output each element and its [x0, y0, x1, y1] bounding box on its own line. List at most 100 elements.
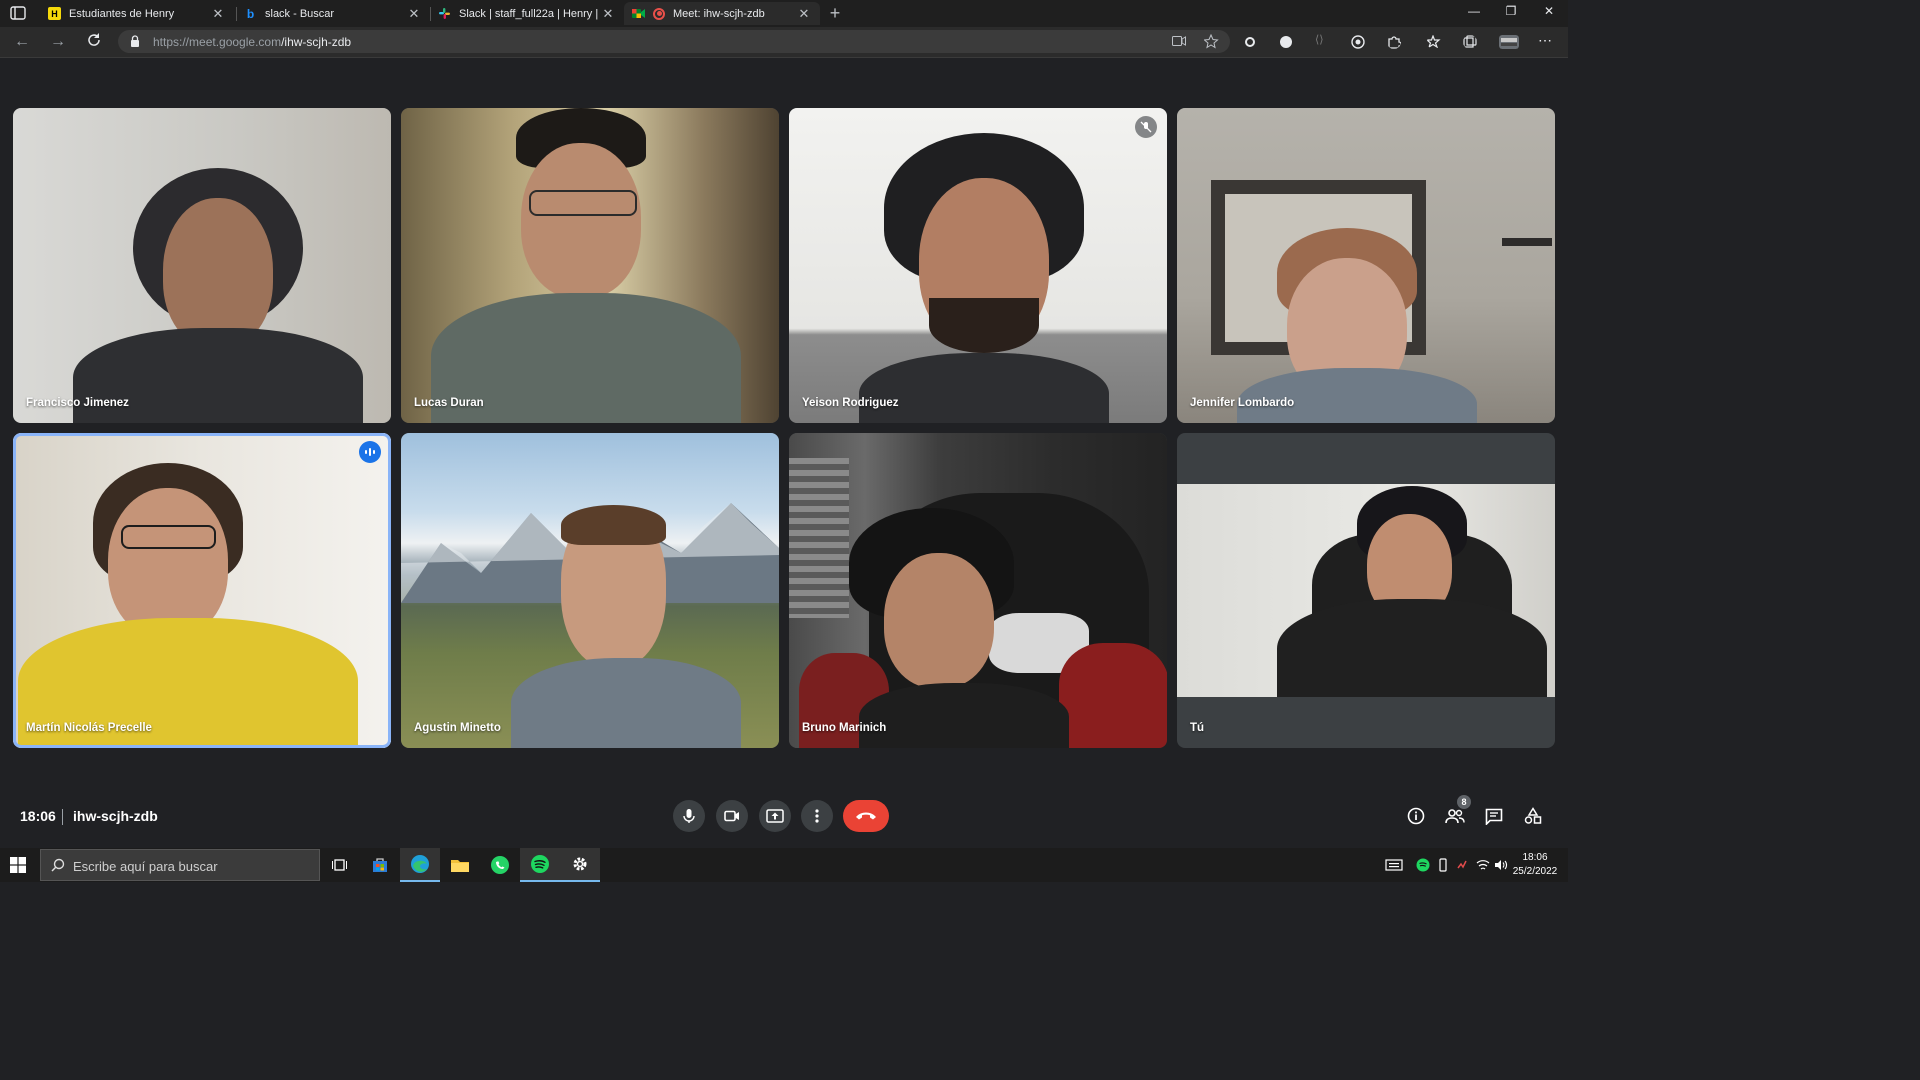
people-icon: [1445, 809, 1465, 824]
add-favorite-icon[interactable]: [1204, 34, 1219, 49]
divider: [62, 809, 63, 825]
participant-tile[interactable]: Lucas Duran: [401, 108, 779, 423]
more-options-icon[interactable]: ⋯: [1538, 32, 1552, 48]
chat-icon: [1485, 808, 1503, 825]
tab-meet[interactable]: Meet: ihw-scjh-zdb ✕: [624, 2, 820, 25]
volume-icon[interactable]: [1494, 858, 1508, 872]
chair-arm: [1059, 643, 1167, 748]
lock-icon[interactable]: [130, 35, 140, 47]
wall-shelf: [1502, 238, 1552, 246]
camera-button[interactable]: [716, 800, 748, 832]
participant-name: Yeison Rodriguez: [802, 397, 899, 409]
back-button[interactable]: ←: [12, 32, 32, 52]
spotify-tray-icon[interactable]: [1416, 858, 1430, 872]
meet-icon: [632, 7, 645, 20]
windows-start-icon[interactable]: [10, 857, 26, 873]
task-view-button[interactable]: [320, 848, 360, 882]
participant-tile[interactable]: Francisco Jimenez: [13, 108, 391, 423]
video-camera-icon: [724, 810, 739, 822]
present-screen-icon: [766, 809, 784, 823]
new-tab-button[interactable]: +: [826, 3, 844, 23]
wifi-icon[interactable]: [1476, 858, 1490, 872]
participant-count-badge: 8: [1457, 795, 1471, 809]
restore-button[interactable]: ❐: [1496, 4, 1526, 18]
participant-tile[interactable]: Martín Nicolás Precelle: [13, 433, 391, 748]
participant-tile[interactable]: Jennifer Lombardo: [1177, 108, 1555, 423]
extension-icon[interactable]: [1243, 35, 1257, 49]
close-window-button[interactable]: ✕: [1534, 4, 1564, 18]
system-clock[interactable]: 18:06 25/2/2022: [1512, 851, 1558, 879]
window-blinds: [789, 458, 849, 618]
participant-tile[interactable]: Agustin Minetto: [401, 433, 779, 748]
camera-in-use-icon[interactable]: [1172, 35, 1186, 47]
muted-mic-badge: [1135, 116, 1157, 138]
close-icon[interactable]: ✕: [210, 6, 226, 22]
beard: [929, 298, 1039, 353]
tab-slack-staff[interactable]: Slack | staff_full22a | Henry | 19 n ✕: [430, 2, 624, 25]
recording-icon: [653, 7, 665, 20]
taskbar-app-explorer[interactable]: [440, 848, 480, 882]
participant-tile[interactable]: Yeison Rodriguez: [789, 108, 1167, 423]
microsoft-store-icon: [373, 858, 387, 872]
tab-title: Slack | staff_full22a | Henry | 19 n: [459, 7, 600, 20]
participant-tile[interactable]: Bruno Marinich: [789, 433, 1167, 748]
favorites-icon[interactable]: [1427, 35, 1441, 49]
profile-avatar[interactable]: [1499, 35, 1519, 49]
taskbar-app-whatsapp[interactable]: [480, 848, 520, 882]
minimize-button[interactable]: —: [1459, 4, 1489, 18]
search-icon: [51, 858, 65, 872]
more-options-button[interactable]: [801, 800, 833, 832]
puzzle-icon[interactable]: [1387, 35, 1401, 49]
browser-tab-bar: H Estudiantes de Henry ✕ b slack - Busca…: [0, 0, 1568, 27]
keyboard-language-icon[interactable]: [1385, 858, 1403, 872]
henry-icon: H: [48, 7, 61, 20]
reload-icon: [88, 33, 100, 46]
taskbar-app-spotify[interactable]: [520, 848, 560, 882]
taskbar-app-settings[interactable]: [560, 848, 600, 882]
close-icon[interactable]: ✕: [406, 6, 422, 22]
meeting-code: ihw-scjh-zdb: [73, 808, 158, 824]
slack-icon: [438, 7, 451, 20]
meeting-details-button[interactable]: [1404, 804, 1428, 828]
extension-icon[interactable]: [1279, 35, 1293, 49]
leave-call-button[interactable]: [843, 800, 889, 832]
collections-icon[interactable]: [1463, 35, 1477, 49]
speaking-indicator: [359, 441, 381, 463]
tab-estudiantes-henry[interactable]: H Estudiantes de Henry ✕: [40, 2, 234, 25]
meeting-time: 18:06: [20, 808, 56, 824]
extension-icon[interactable]: [1351, 35, 1365, 49]
tab-actions-icon[interactable]: [10, 6, 26, 20]
close-icon[interactable]: ✕: [796, 6, 812, 22]
info-icon: [1407, 807, 1425, 825]
participant-name: Bruno Marinich: [802, 722, 887, 734]
active-speaker-outline: [13, 433, 391, 748]
close-icon[interactable]: ✕: [600, 6, 616, 22]
taskbar-app-edge[interactable]: [400, 848, 440, 882]
self-view-tile[interactable]: Tú: [1177, 433, 1555, 748]
forward-button[interactable]: →: [48, 32, 68, 52]
spotify-icon: [531, 855, 549, 873]
hair: [561, 505, 666, 545]
taskbar-search-box[interactable]: Escribe aquí para buscar: [40, 849, 320, 881]
more-vert-icon: [815, 809, 819, 823]
edge-browser-icon: [411, 855, 429, 873]
tab-title: Estudiantes de Henry: [69, 7, 175, 20]
windows-taskbar: Escribe aquí para buscar 18:06 25/2/2022: [0, 848, 1568, 882]
participant-name: Francisco Jimenez: [26, 397, 129, 409]
extension-icon[interactable]: ⟨⟩: [1315, 33, 1329, 47]
usb-device-icon[interactable]: [1436, 858, 1450, 872]
url-path: /ihw-scjh-zdb: [281, 35, 352, 49]
tab-slack-buscar[interactable]: b slack - Buscar ✕: [236, 2, 430, 25]
glasses: [529, 190, 637, 216]
chat-button[interactable]: [1482, 804, 1506, 828]
address-field[interactable]: https://meet.google.com/ihw-scjh-zdb: [118, 30, 1230, 53]
participant-name: Lucas Duran: [414, 397, 484, 409]
present-screen-button[interactable]: [759, 800, 791, 832]
reload-button[interactable]: [84, 32, 104, 52]
activities-button[interactable]: [1521, 804, 1545, 828]
taskbar-app-store[interactable]: [360, 848, 400, 882]
network-activity-icon[interactable]: [1456, 858, 1470, 872]
video-grid: Francisco Jimenez Lucas Duran Yeison Rod…: [0, 58, 1568, 848]
microphone-button[interactable]: [673, 800, 705, 832]
settings-gear-icon: [573, 857, 587, 871]
